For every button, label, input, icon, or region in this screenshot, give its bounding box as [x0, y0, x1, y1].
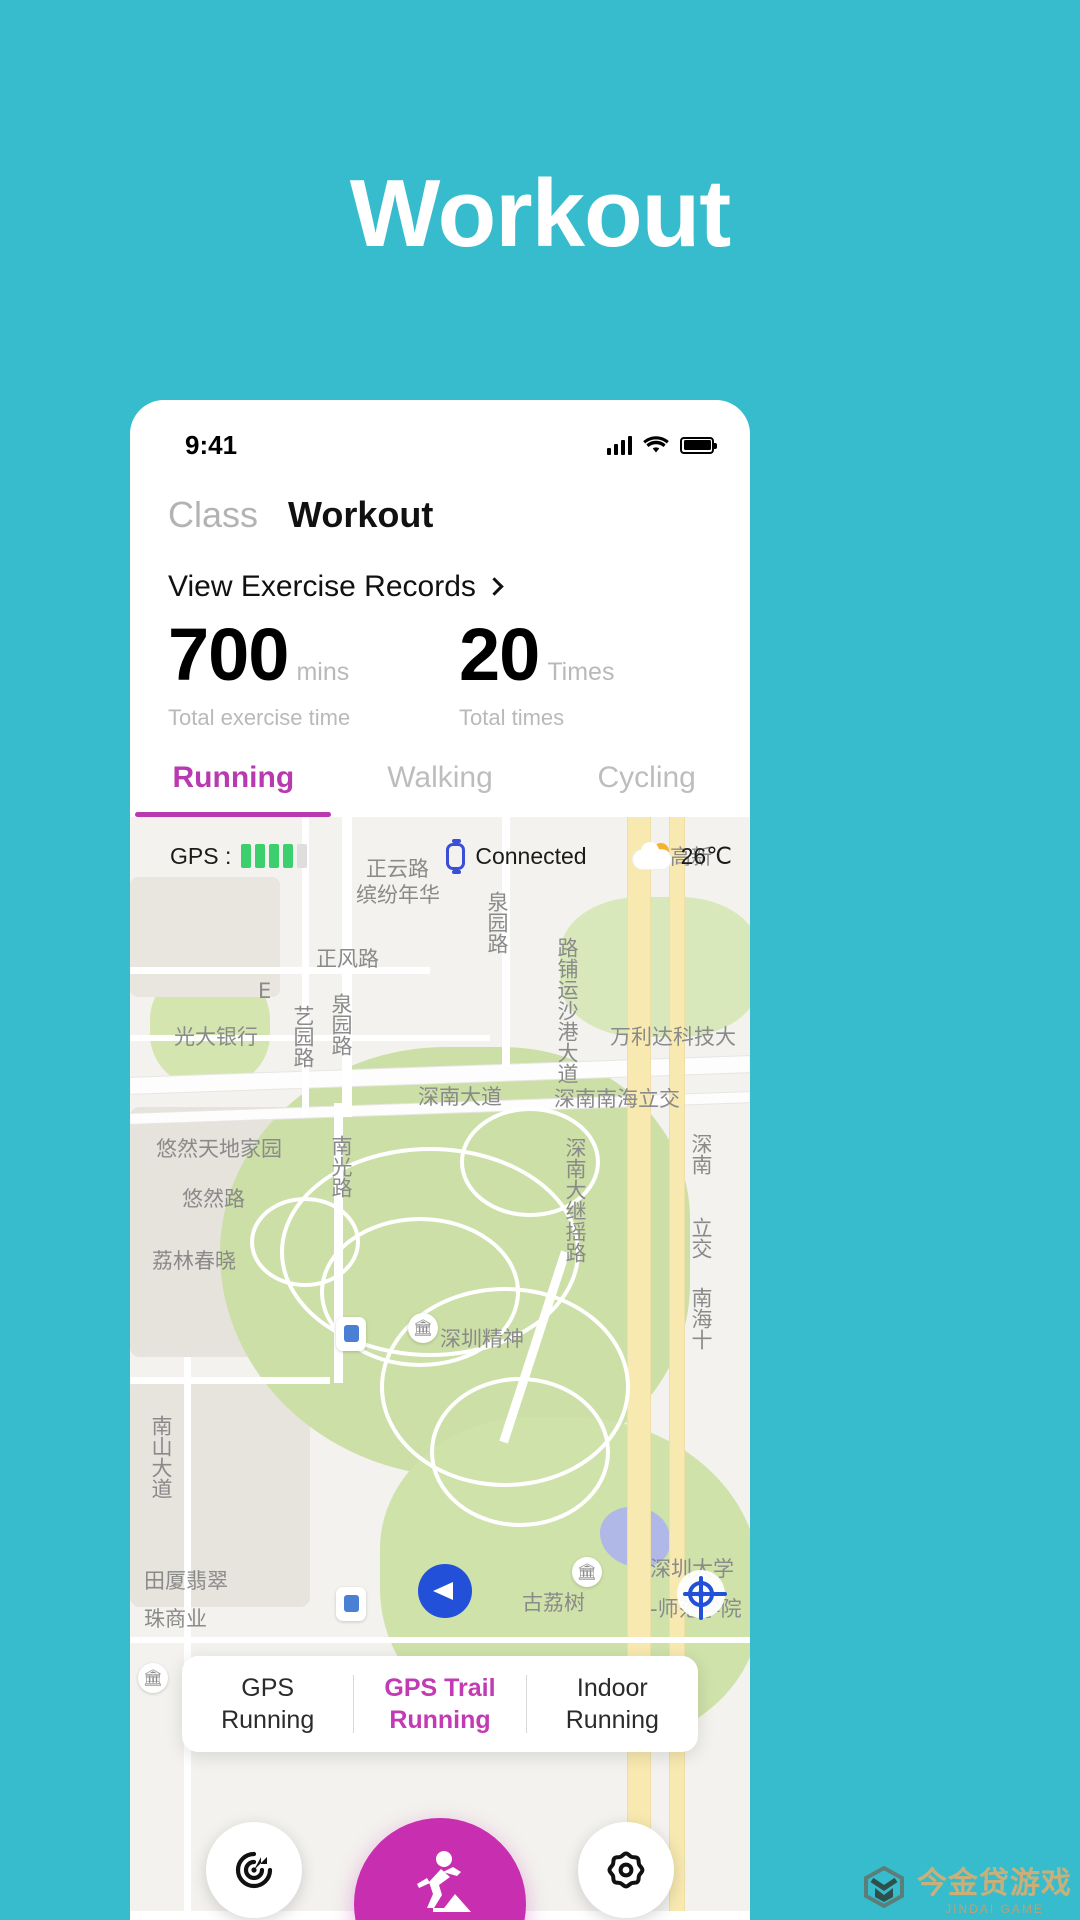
- bus-stop-icon: [336, 1586, 366, 1621]
- page-title: Workout: [349, 160, 732, 267]
- map-label: 深圳精神: [440, 1326, 524, 1351]
- mode-line-2: Running: [389, 1706, 491, 1734]
- mode-indoor-running[interactable]: Indoor Running: [527, 1672, 698, 1736]
- settings-button[interactable]: [578, 1822, 674, 1918]
- landmark-poi-icon: 🏛: [138, 1662, 168, 1693]
- gps-signal-icon: [241, 844, 308, 869]
- bottom-control-bar: Start: [130, 1818, 750, 1920]
- map-label: 悠然天地家园: [156, 1136, 282, 1161]
- running-person-icon: [417, 1851, 471, 1912]
- shield-box-logo-icon: [864, 1865, 904, 1909]
- gear-settings-icon: [607, 1851, 645, 1889]
- battery-full-icon: [680, 436, 717, 454]
- map-label: 南海十: [689, 1286, 713, 1350]
- target-goal-icon: [235, 1851, 273, 1889]
- chevron-right-icon: [485, 576, 504, 596]
- stat-total-times: 20 Times Total times: [459, 613, 750, 731]
- stat-unit: mins: [296, 658, 350, 686]
- stats-row: 700 mins Total exercise time 20 Times To…: [130, 604, 750, 731]
- connection-status: Connected: [475, 842, 587, 869]
- status-icons: [606, 435, 717, 455]
- view-exercise-records-link[interactable]: View Exercise Records: [130, 536, 750, 604]
- watermark-text: 今金贷游戏 JINDAI GAME: [917, 1858, 1072, 1916]
- watermark-cn: 今金贷游戏: [917, 1866, 1072, 1901]
- map-label: 南山大道: [149, 1414, 173, 1499]
- map-label: 深南大继摇路: [563, 1136, 587, 1263]
- map-label: 深南大道: [418, 1084, 502, 1109]
- tab-class[interactable]: Class: [168, 494, 258, 536]
- map-label: 南光路: [329, 1134, 353, 1198]
- map-label: 泉园路: [329, 992, 353, 1056]
- map-label: 深南: [689, 1132, 713, 1175]
- activity-tab-bar: Running Walking Cycling: [130, 761, 750, 817]
- map-road: [130, 966, 430, 974]
- start-button[interactable]: Start: [354, 1818, 526, 1920]
- map-label: 艺园路: [291, 1004, 315, 1068]
- gps-label: GPS :: [170, 842, 232, 869]
- mode-gps-running[interactable]: GPS Running: [182, 1672, 353, 1736]
- map-trail: [430, 1376, 610, 1527]
- tab-walking[interactable]: Walking: [337, 761, 544, 817]
- map-label: E: [258, 978, 272, 1003]
- mode-line-2: Running: [565, 1706, 659, 1734]
- wifi-icon: [643, 436, 669, 453]
- mode-selector: GPS Running GPS Trail Running Indoor Run…: [182, 1656, 698, 1752]
- status-time: 9:41: [185, 429, 238, 460]
- view-exercise-records-label: View Exercise Records: [168, 570, 476, 603]
- tab-workout[interactable]: Workout: [288, 494, 433, 536]
- landmark-poi-icon: 🏛: [408, 1312, 438, 1343]
- map-label: 古荔树: [522, 1590, 585, 1615]
- map-label: 深南南海立交: [554, 1086, 680, 1111]
- stat-label: Total times: [459, 704, 565, 730]
- watermark: 今金贷游戏 JINDAI GAME: [861, 1858, 1072, 1916]
- mode-line-2: Running: [221, 1706, 315, 1734]
- stat-value: 700: [168, 613, 289, 696]
- map-label: 荔林春晓: [152, 1248, 236, 1273]
- map-label: 正风路: [316, 946, 379, 971]
- map-label: 田厦翡翠: [144, 1568, 228, 1593]
- map-status-bar: GPS : Connected 26℃: [130, 838, 750, 874]
- mode-gps-trail-running[interactable]: GPS Trail Running: [354, 1672, 525, 1736]
- goal-button[interactable]: [206, 1822, 302, 1918]
- watch-icon: [446, 838, 466, 874]
- crosshair-locate-icon: [688, 1576, 714, 1620]
- map-label: 路铺运沙港大道: [555, 936, 579, 1084]
- stat-total-exercise-time: 700 mins Total exercise time: [168, 613, 459, 731]
- top-tab-bar: Class Workout: [130, 476, 750, 536]
- cellular-signal-icon: [606, 435, 632, 455]
- status-bar: 9:41: [130, 400, 750, 476]
- mode-line-1: GPS Trail: [384, 1674, 496, 1702]
- map-label: 立交: [689, 1216, 713, 1259]
- stat-unit: Times: [547, 658, 615, 686]
- locate-me-button[interactable]: [677, 1570, 725, 1620]
- map-label: 万利达科技大: [610, 1024, 736, 1049]
- tab-cycling[interactable]: Cycling: [543, 761, 750, 817]
- sun-behind-cloud-icon: [632, 842, 671, 870]
- navigation-arrow-icon: [433, 1582, 453, 1600]
- map-road: [130, 1636, 750, 1643]
- stat-value: 20: [459, 613, 540, 696]
- stat-label: Total exercise time: [168, 704, 351, 730]
- map-green-area: [560, 896, 750, 1037]
- map-label: 悠然路: [182, 1186, 245, 1211]
- map-label: 光大银行: [174, 1024, 258, 1049]
- phone-mockup: 9:41 Class Workout View Exercise Records…: [130, 400, 750, 1920]
- user-location-marker: [418, 1564, 472, 1618]
- tab-running[interactable]: Running: [130, 761, 337, 817]
- map-label: 缤纷年华: [356, 882, 440, 907]
- mode-line-1: Indoor: [576, 1674, 648, 1702]
- landmark-poi-icon: 🏛: [572, 1556, 602, 1587]
- watermark-en: JINDAI GAME: [945, 1902, 1044, 1916]
- map-label: 泉园路: [485, 890, 509, 954]
- temperature-label: 26℃: [680, 842, 732, 869]
- mode-line-1: GPS: [241, 1674, 295, 1702]
- map-road: [130, 1376, 330, 1384]
- map-label: 珠商业: [144, 1606, 207, 1631]
- bus-stop-icon: [336, 1316, 366, 1351]
- map-trail: [250, 1196, 360, 1287]
